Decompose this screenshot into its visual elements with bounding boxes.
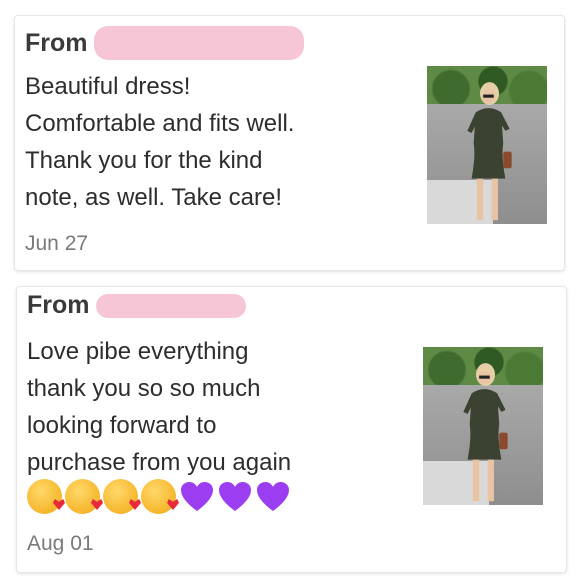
from-label: From — [27, 291, 90, 319]
kissing-face-with-heart-icon — [27, 479, 62, 514]
redacted-sender-name — [93, 26, 304, 60]
review-date: Jun 27 — [25, 232, 89, 255]
review-message: Beautiful dress! Comfortable and fits we… — [25, 73, 295, 211]
sender-row: From — [25, 26, 304, 60]
product-photo[interactable] — [427, 66, 547, 224]
model-figure — [462, 362, 508, 501]
emoji-row — [27, 479, 290, 514]
sender-row: From — [27, 291, 246, 320]
product-photo[interactable] — [423, 347, 543, 505]
purple-heart-icon — [217, 479, 252, 514]
review-card: From Beautiful dress! Comfortable and fi… — [15, 16, 564, 270]
kissing-face-with-heart-icon — [103, 479, 138, 514]
kissing-face-with-heart-icon — [141, 479, 176, 514]
review-message: Love pibe everything thank you so so muc… — [27, 338, 292, 476]
review-card: From Love pibe everything thank you so s… — [17, 287, 566, 572]
redacted-sender-name — [95, 293, 246, 318]
review-date: Aug 01 — [27, 532, 94, 555]
model-figure — [466, 81, 512, 220]
from-label: From — [25, 28, 88, 57]
purple-heart-icon — [179, 479, 214, 514]
purple-heart-icon — [255, 479, 290, 514]
kissing-face-with-heart-icon — [65, 479, 100, 514]
